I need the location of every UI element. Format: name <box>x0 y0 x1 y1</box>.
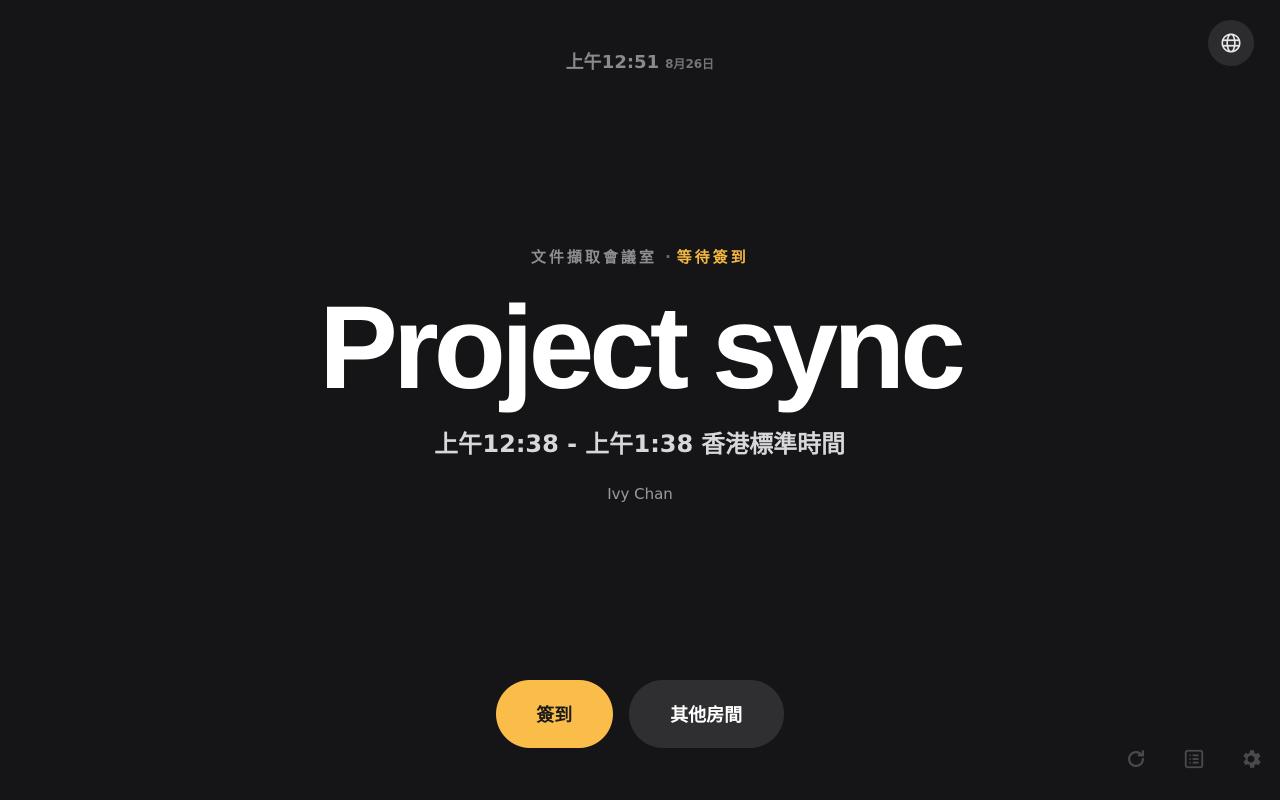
settings-button[interactable] <box>1238 748 1264 774</box>
refresh-icon <box>1125 748 1147 774</box>
room-display-screen: 上午12:51 8月26日 文件擷取會議室 · 等待簽到 Project sync 上… <box>0 0 1280 800</box>
meeting-organizer: Ivy Chan <box>607 485 673 503</box>
status-badge: 等待簽到 <box>676 248 749 266</box>
language-button[interactable] <box>1208 20 1254 66</box>
meta-separator: · <box>665 248 671 266</box>
globe-icon <box>1220 32 1242 54</box>
gear-icon <box>1239 747 1263 775</box>
current-date: 8月26日 <box>665 57 715 71</box>
checkin-button[interactable]: 簽到 <box>496 680 613 748</box>
current-clock: 上午12:51 8月26日 <box>0 48 1280 74</box>
current-time: 上午12:51 <box>565 52 660 73</box>
meeting-time-range: 上午12:38 - 上午1:38 香港標準時間 <box>434 430 846 458</box>
list-button[interactable] <box>1181 748 1207 774</box>
room-name: 文件擷取會議室 <box>531 248 658 266</box>
refresh-button[interactable] <box>1123 748 1149 774</box>
other-rooms-button[interactable]: 其他房間 <box>629 680 784 748</box>
meeting-title: Project sync <box>319 282 966 414</box>
list-icon <box>1183 748 1205 774</box>
meeting-meta: 文件擷取會議室 · 等待簽到 <box>0 246 1280 267</box>
